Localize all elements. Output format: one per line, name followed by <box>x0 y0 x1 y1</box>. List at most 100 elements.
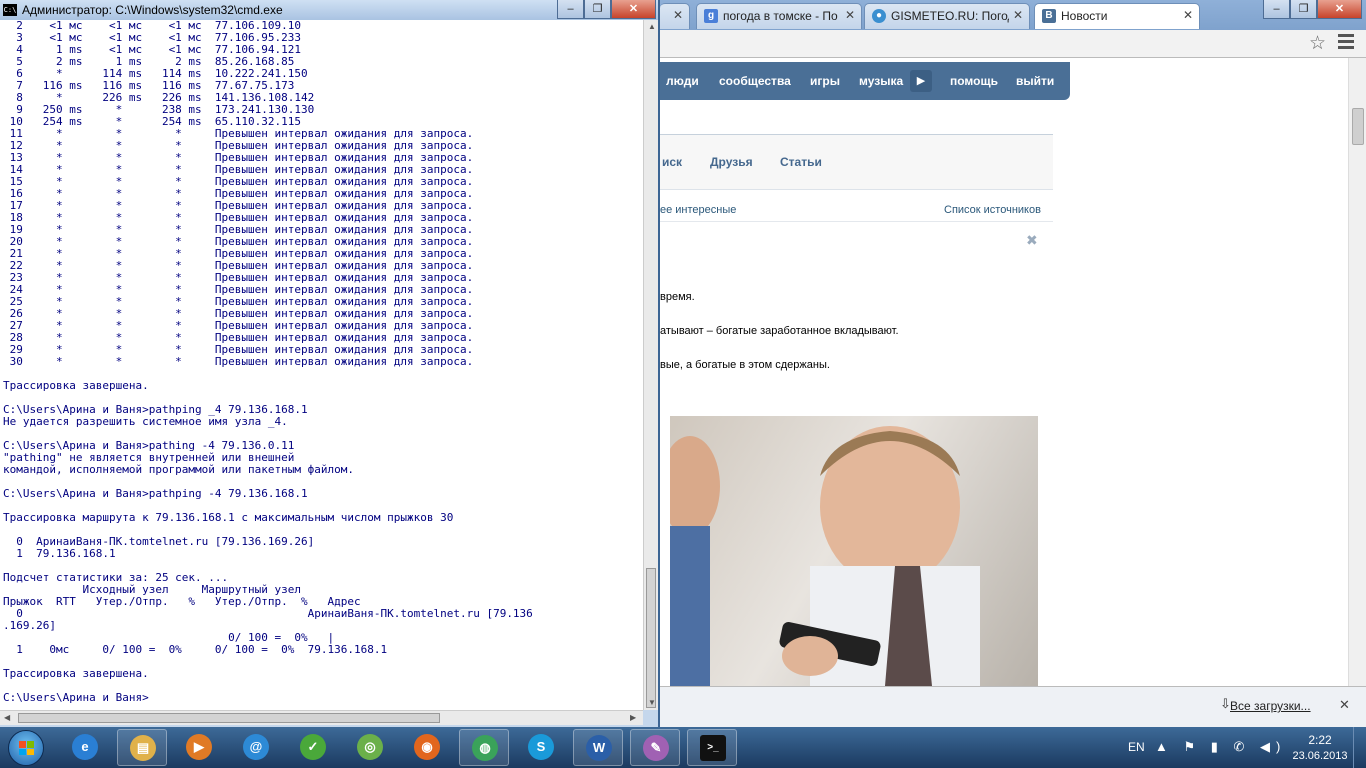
window-controls: – ❐ ✕ <box>1263 0 1362 20</box>
maximize-button[interactable]: ❐ <box>1290 0 1317 19</box>
vk-subtabs: иск Друзья Статьи <box>660 134 1053 190</box>
taskbar-button[interactable]: ▶ <box>174 729 224 766</box>
taskbar: e ▤ ▶ @ ✓ ◎ ◉ ◍ S W ✎ >_ EN ▲ ⚑ ▮ ✆ ◀) 2:22 23.06.2… <box>0 727 1366 768</box>
taskbar-button[interactable]: >_ <box>687 729 737 766</box>
windows-logo-icon <box>19 741 34 755</box>
console-line: Не удается разрешить системное имя узла … <box>3 415 288 428</box>
post-line: время. <box>660 291 695 303</box>
tab-novosti[interactable]: В Новости ✕ <box>1034 3 1200 29</box>
scroll-thumb[interactable] <box>1352 108 1364 145</box>
tab-search[interactable]: иск <box>662 155 682 169</box>
close-button[interactable]: ✕ <box>1317 0 1362 19</box>
clock-date[interactable]: 23.06.2013 <box>1280 750 1360 762</box>
tab-partial[interactable]: ✕ <box>660 3 690 29</box>
close-icon[interactable]: ✕ <box>1339 697 1350 713</box>
console-line: 1 0мс 0/ 100 = 0% 0/ 100 = 0% 79.136.168… <box>3 643 388 656</box>
taskbar-button[interactable]: ◎ <box>345 729 395 766</box>
tab-articles[interactable]: Статьи <box>780 155 822 169</box>
console-line: Трассировка завершена. <box>3 379 149 392</box>
console-output[interactable]: 2 <1 мс <1 мс <1 мс 77.106.109.10 3 <1 м… <box>0 20 643 710</box>
sources-link[interactable]: Список источников <box>944 204 1041 216</box>
boy-with-phone-image <box>670 426 980 686</box>
scroll-up-icon[interactable]: ▲ <box>648 22 656 31</box>
taskbar-button[interactable]: W <box>573 729 623 766</box>
bookmark-star-icon[interactable]: ☆ <box>1309 32 1326 55</box>
console-line: 30 * * * Превышен интервал ожидания для … <box>3 355 474 368</box>
taskbar-button[interactable]: ✎ <box>630 729 680 766</box>
downloader-icon: ✓ <box>300 734 326 760</box>
nav-music[interactable]: музыка <box>859 74 903 88</box>
chrome-icon: ◍ <box>472 735 498 761</box>
vk-header: люди сообщества игры музыка ▶ помощь вый… <box>660 62 1070 100</box>
address-bar[interactable]: ☆ <box>660 30 1366 58</box>
scroll-thumb[interactable] <box>646 568 656 708</box>
taskbar-button[interactable]: @ <box>231 729 281 766</box>
minimize-button[interactable]: – <box>1263 0 1290 19</box>
console-line: C:\Users\Арина и Ваня> <box>3 691 149 704</box>
firefox-icon: ◉ <box>414 734 440 760</box>
language-indicator[interactable]: EN <box>1128 740 1145 754</box>
explorer-icon: ▤ <box>130 735 156 761</box>
skype-alt-icon: @ <box>243 734 269 760</box>
clock-time[interactable]: 2:22 <box>1290 733 1350 747</box>
nav-help[interactable]: помощь <box>950 74 998 88</box>
maximize-button[interactable]: ❐ <box>584 0 611 19</box>
post-line: атывают – богатые заработанное вкладываю… <box>660 325 899 337</box>
taskbar-button[interactable]: S <box>516 729 566 766</box>
close-icon[interactable]: ✖ <box>1026 232 1038 249</box>
feed-filter-interesting[interactable]: ее интересные <box>660 204 736 216</box>
tab-label: GISMETEO.RU: Погод <box>891 9 1009 23</box>
media-player-icon: ▶ <box>186 734 212 760</box>
tab-friends[interactable]: Друзья <box>710 155 753 169</box>
vk-page: люди сообщества игры музыка ▶ помощь вый… <box>660 58 1348 686</box>
scroll-left-icon[interactable]: ◀ <box>4 713 10 722</box>
close-icon[interactable]: ✕ <box>1013 8 1023 22</box>
nav-games[interactable]: игры <box>810 74 840 88</box>
tab-pogoda[interactable]: g погода в томске - По ✕ <box>696 3 862 29</box>
tab-gismeteo[interactable]: ● GISMETEO.RU: Погод ✕ <box>864 3 1030 29</box>
menu-icon[interactable] <box>1338 34 1354 52</box>
minimize-button[interactable]: – <box>557 0 584 19</box>
console-line: Трассировка завершена. <box>3 667 149 680</box>
nav-communities[interactable]: сообщества <box>719 74 791 88</box>
taskbar-button[interactable]: e <box>60 729 110 766</box>
console-line: 1 79.136.168.1 <box>3 547 116 560</box>
chrome-window: ✕ g погода в томске - По ✕ ● GISMETEO.RU… <box>660 0 1366 728</box>
taskbar-button[interactable]: ◍ <box>459 729 509 766</box>
cmd-icon: >_ <box>700 735 726 761</box>
download-shelf: ⇩ Все загрузки... ✕ <box>660 686 1366 728</box>
close-button[interactable]: ✕ <box>611 0 656 19</box>
console-line: Трассировка маршрута к 79.136.168.1 с ма… <box>3 511 454 524</box>
taskbar-button[interactable]: ▤ <box>117 729 167 766</box>
word-icon: W <box>586 735 612 761</box>
tray-icons[interactable]: ▲ ⚑ ▮ ✆ ◀) <box>1155 739 1286 755</box>
show-desktop-button[interactable] <box>1353 727 1366 768</box>
ie-icon: e <box>72 734 98 760</box>
cmd-titlebar[interactable]: C:\ Администратор: C:\Windows\system32\c… <box>0 0 658 20</box>
horizontal-scrollbar[interactable]: ◀ ▶ <box>0 710 643 725</box>
nav-logout[interactable]: выйти <box>1016 74 1054 88</box>
skype-icon: S <box>528 734 554 760</box>
nav-people[interactable]: люди <box>666 74 699 88</box>
taskbar-button[interactable]: ✓ <box>288 729 338 766</box>
tab-strip: ✕ g погода в томске - По ✕ ● GISMETEO.RU… <box>660 0 1366 30</box>
close-icon[interactable]: ✕ <box>673 8 683 22</box>
scroll-right-icon[interactable]: ▶ <box>630 713 636 722</box>
close-icon[interactable]: ✕ <box>1183 8 1193 22</box>
start-button[interactable] <box>8 730 44 766</box>
window-title: Администратор: C:\Windows\system32\cmd.e… <box>22 3 283 17</box>
scroll-down-icon[interactable]: ▼ <box>648 698 656 707</box>
feed-filter-bar: ее интересные Список источников <box>660 201 1053 222</box>
vk-icon: В <box>1042 9 1056 23</box>
console-line: командой, исполняемой программой или пак… <box>3 463 354 476</box>
post-photo[interactable] <box>670 416 1038 686</box>
play-icon[interactable]: ▶ <box>910 70 932 92</box>
taskbar-button[interactable]: ◉ <box>402 729 452 766</box>
all-downloads-link[interactable]: Все загрузки... <box>1230 699 1311 713</box>
scroll-thumb[interactable] <box>18 713 440 723</box>
vertical-scrollbar[interactable]: ▲ ▼ <box>643 20 658 710</box>
close-icon[interactable]: ✕ <box>845 8 855 22</box>
page-scrollbar[interactable] <box>1348 58 1366 686</box>
console-line: 0 АринаиВаня-ПК.tomtelnet.ru [79.136 <box>3 607 533 620</box>
google-icon: g <box>704 9 718 23</box>
